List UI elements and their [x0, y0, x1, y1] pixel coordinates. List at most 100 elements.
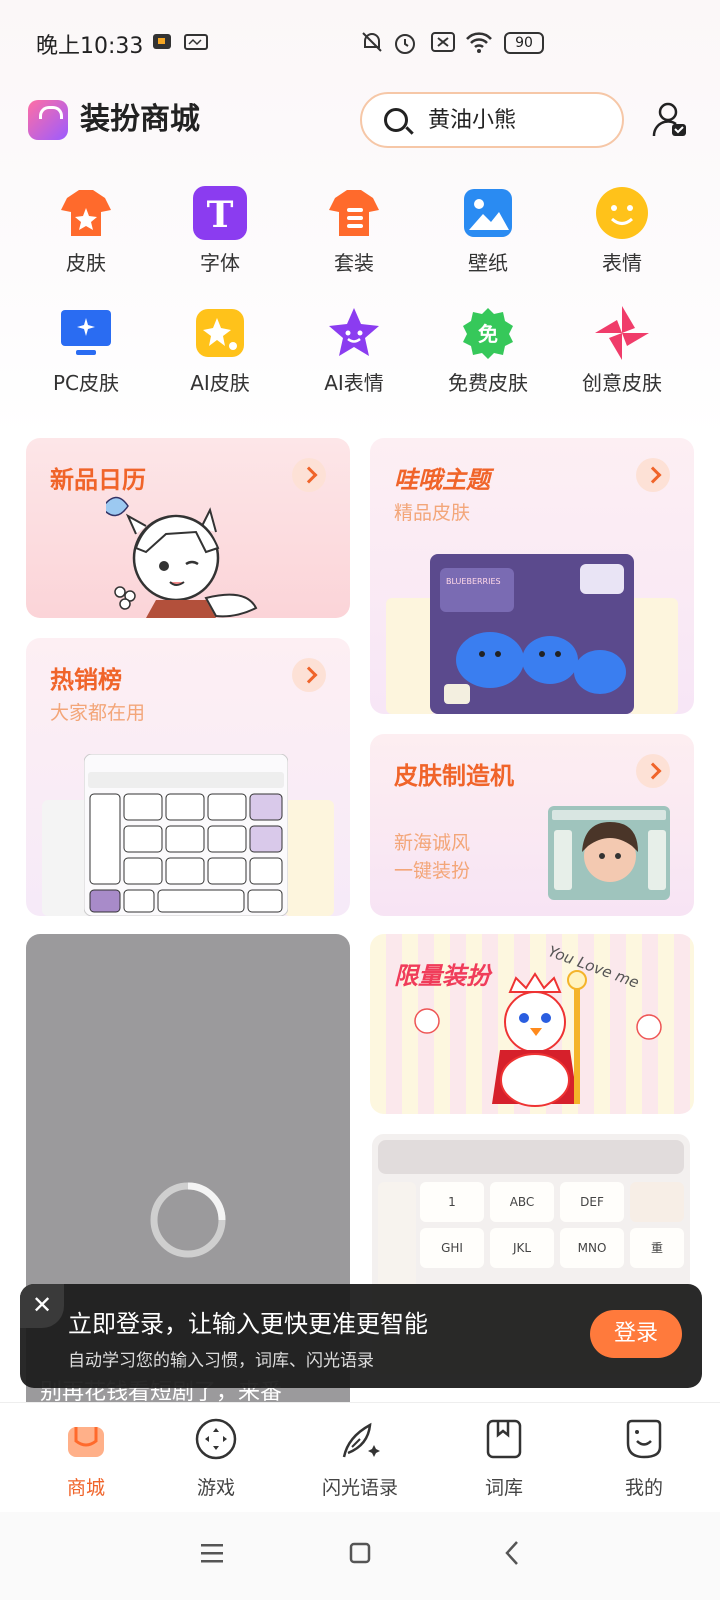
page-title: 装扮商城: [80, 102, 200, 137]
keyboard-key: ABC: [490, 1182, 554, 1222]
bell-muted-icon: [362, 32, 382, 52]
keyboard-key: 1: [420, 1182, 484, 1222]
card-new-calendar[interactable]: 新品日历: [26, 438, 350, 618]
search-icon: [384, 108, 408, 132]
wifi-icon: [466, 32, 492, 53]
keyboard-key: 重: [630, 1228, 684, 1268]
card-hot-ranking[interactable]: 热销榜 大家都在用: [26, 638, 350, 916]
card-skin-maker[interactable]: 皮肤制造机 新海诚风 一键装扮: [370, 734, 694, 916]
login-banner: ✕ 立即登录，让输入更快更准更智能 自动学习您的输入习惯，词库、闪光语录 登录: [20, 1284, 702, 1388]
category-label: AI皮肤: [190, 371, 250, 395]
maker-line-1: 新海诚风: [394, 832, 471, 854]
chevron-right-icon: [636, 754, 670, 788]
font-t-icon: T: [193, 186, 247, 240]
card-limited-outfit[interactable]: 限量装扮 You Love me: [370, 934, 694, 1114]
snowman-mascot-illustration: [492, 970, 587, 1107]
status-time: 晚上10:33: [36, 34, 144, 59]
category-pc-skin[interactable]: PC皮肤: [26, 306, 146, 396]
mini-keyboard-right-image: [284, 800, 334, 916]
monitor-icon: [59, 306, 113, 360]
wallpaper-icon: [461, 186, 515, 240]
video-app-icon: [153, 34, 171, 49]
quill-sparkle-icon: [338, 1417, 382, 1461]
mini-keyboard-right-image: [628, 598, 678, 714]
smile-face-icon: [622, 1417, 666, 1461]
keyboard-key: DEF: [560, 1182, 624, 1222]
free-badge-icon: 免: [461, 306, 515, 360]
category-ai-emoji[interactable]: AI表情: [294, 306, 414, 396]
gamepad-icon: [194, 1417, 238, 1461]
nav-label: 词库: [484, 1477, 523, 1499]
nav-label: 商城: [66, 1477, 105, 1499]
chevron-right-icon: [636, 458, 670, 492]
battery-level: 90: [515, 35, 533, 51]
close-icon[interactable]: ✕: [20, 1284, 64, 1328]
login-button[interactable]: 登录: [590, 1310, 682, 1358]
category-label: 套装: [334, 251, 374, 275]
nav-item-profile[interactable]: 我的: [584, 1417, 704, 1500]
shop-logo-icon: [28, 100, 68, 140]
card-title: 哇哦主题: [394, 466, 490, 494]
svg-text:BLUEBERRIES: BLUEBERRIES: [446, 577, 501, 586]
maker-line-2: 一键装扮: [394, 860, 471, 882]
search-text: 黄油小熊: [428, 108, 517, 133]
category-emoji[interactable]: 表情: [562, 186, 682, 276]
category-ai-skin[interactable]: AI皮肤: [160, 306, 280, 396]
category-label: AI表情: [324, 371, 384, 395]
nav-label: 闪光语录: [321, 1477, 398, 1499]
home-icon[interactable]: [349, 1542, 371, 1564]
chevron-right-icon: [292, 458, 326, 492]
svg-text:T: T: [207, 194, 234, 236]
menu-icon[interactable]: [200, 1542, 224, 1564]
cute-keyboard-image: [84, 754, 288, 916]
loading-spinner-icon: [150, 1182, 226, 1258]
category-label: 字体: [200, 251, 240, 275]
no-sim-icon: [431, 32, 455, 52]
category-suit[interactable]: 套装: [294, 186, 414, 276]
category-label: 免费皮肤: [448, 371, 528, 395]
category-creative-skin[interactable]: 创意皮肤: [562, 306, 682, 396]
keyboard-toolbar: [378, 1140, 684, 1174]
keyboard-key: MNO: [560, 1228, 624, 1268]
chevron-right-icon: [292, 658, 326, 692]
category-wallpaper[interactable]: 壁纸: [428, 186, 548, 276]
user-badge-icon[interactable]: [652, 100, 688, 140]
nav-item-dictionary[interactable]: 词库: [444, 1417, 564, 1500]
search-bar[interactable]: 黄油小熊: [360, 92, 624, 148]
nav-label: 我的: [624, 1477, 663, 1499]
category-label: PC皮肤: [52, 371, 120, 395]
mini-keyboard-left-image: [386, 598, 436, 714]
nav-item-games[interactable]: 游戏: [156, 1417, 276, 1500]
nav-label: 游戏: [196, 1477, 235, 1499]
category-label: 创意皮肤: [582, 371, 662, 395]
status-bar: 晚上10:33 90: [0, 0, 720, 86]
login-banner-subtitle: 自动学习您的输入习惯，词库、闪光语录: [68, 1351, 374, 1371]
ai-star-icon: [193, 306, 247, 360]
nav-item-shop[interactable]: 商城: [26, 1417, 146, 1500]
shop-bag-icon: [64, 1417, 108, 1461]
battery-icon: 90: [504, 32, 544, 54]
anime-girl-illustration: [106, 496, 258, 618]
blueberry-theme-image: BLUEBERRIES: [430, 554, 634, 714]
alarm-icon: [395, 34, 415, 54]
card-wow-theme[interactable]: 哇哦主题 精品皮肤 BLUEBERRIES: [370, 438, 694, 714]
category-free-skin[interactable]: 免 免费皮肤: [428, 306, 548, 396]
card-title: 皮肤制造机: [394, 762, 514, 790]
back-icon[interactable]: [504, 1540, 520, 1566]
bookmark-book-icon: [482, 1417, 526, 1461]
card-subtitle: 精品皮肤: [394, 502, 471, 524]
shirt-star-icon: [59, 186, 113, 240]
mini-snowman-icon: [636, 1014, 662, 1040]
category-label: 壁纸: [468, 251, 508, 275]
card-title: 热销榜: [50, 666, 122, 694]
svg-text:免: 免: [478, 322, 498, 346]
nav-item-quotes[interactable]: 闪光语录: [300, 1417, 420, 1500]
star-face-icon: [327, 306, 381, 360]
category-skin[interactable]: 皮肤: [26, 186, 146, 276]
category-font[interactable]: T 字体: [160, 186, 280, 276]
smiley-icon: [595, 186, 649, 240]
card-title: 限量装扮: [394, 962, 490, 990]
mini-snowman-icon: [414, 1008, 440, 1034]
category-label: 表情: [602, 251, 642, 275]
keyboard-delete-key: [630, 1182, 684, 1222]
